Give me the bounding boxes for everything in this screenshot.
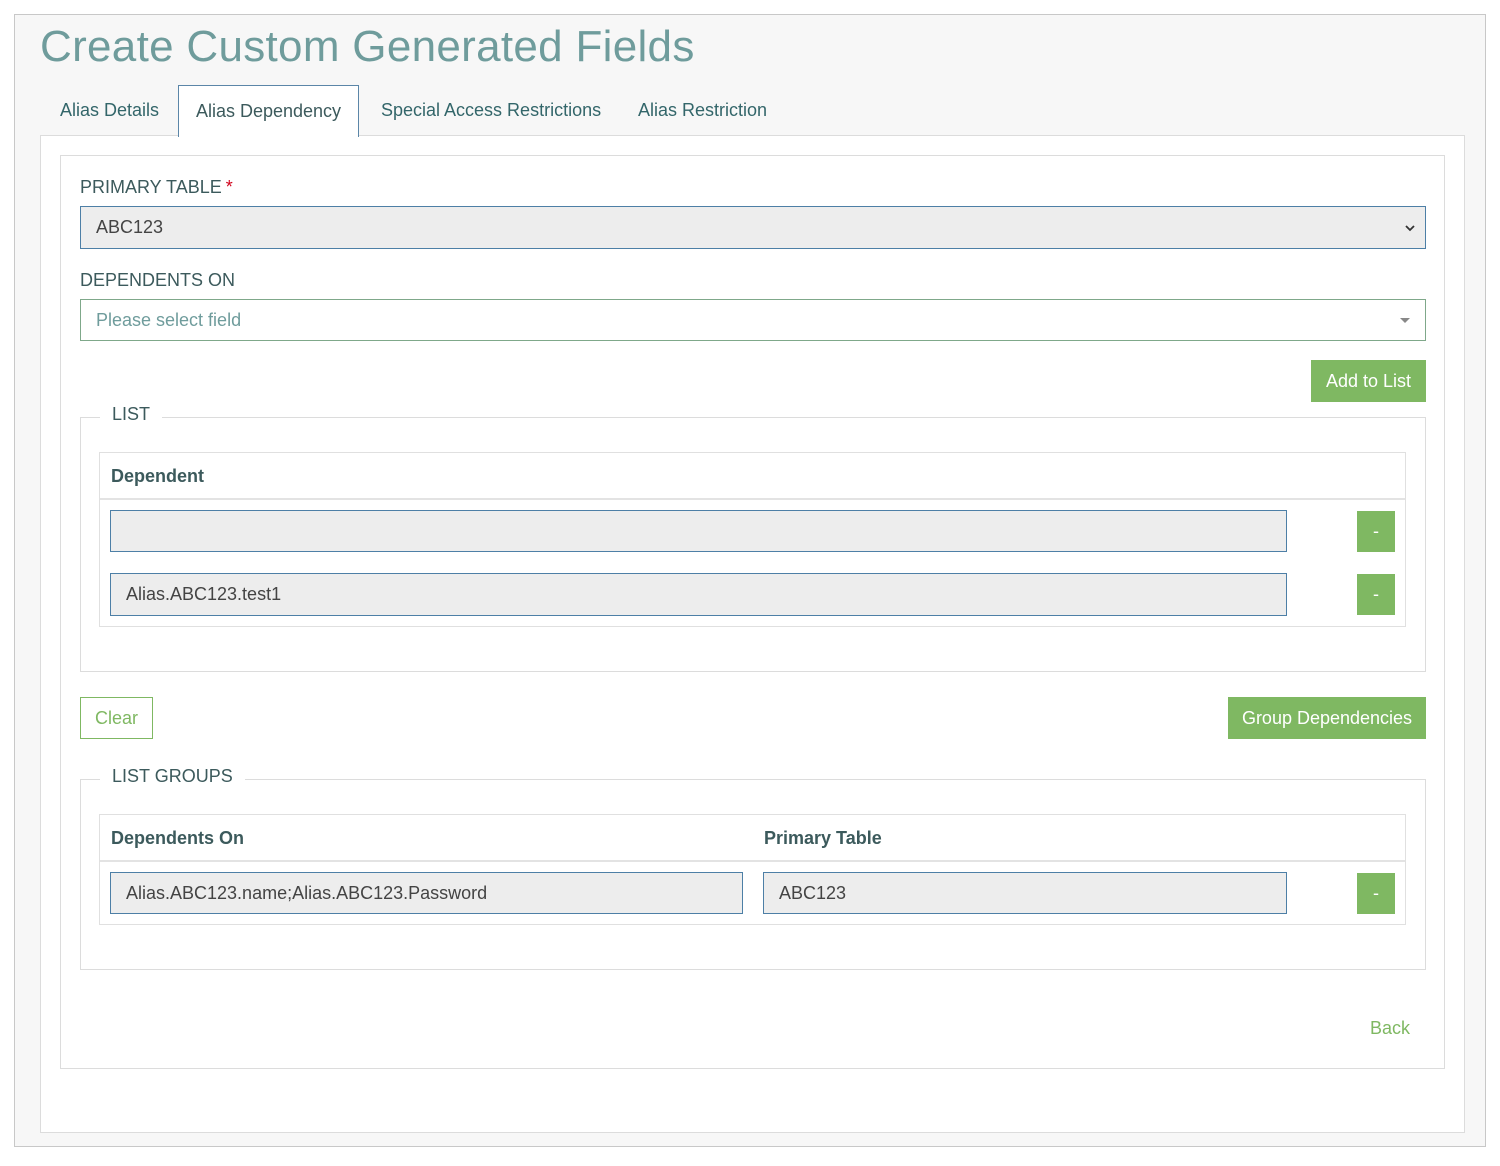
remove-row-button[interactable]: - xyxy=(1357,511,1395,552)
primary-table-label: PRIMARY TABLE * xyxy=(80,177,233,198)
group-dependents-on-input[interactable]: Alias.ABC123.name;Alias.ABC123.Password xyxy=(110,872,743,914)
dependents-on-label: DEPENDENTS ON xyxy=(80,270,236,290)
list-groups-legend: LIST GROUPS xyxy=(100,766,245,787)
dependents-on-column-header: Dependents On xyxy=(111,828,245,848)
dependents-on-select[interactable]: Please select field xyxy=(80,299,1426,341)
back-link[interactable]: Back xyxy=(1370,1018,1410,1039)
group-primary-table-input[interactable]: ABC123 xyxy=(763,872,1287,914)
primary-table-select[interactable]: ABC123 xyxy=(80,206,1426,249)
primary-table-value: ABC123 xyxy=(96,217,164,237)
remove-group-button[interactable]: - xyxy=(1357,873,1395,914)
chevron-down-icon xyxy=(1405,224,1415,231)
tab-special-access-restrictions[interactable]: Special Access Restrictions xyxy=(381,85,601,136)
add-to-list-button[interactable]: Add to List xyxy=(1311,360,1426,402)
remove-row-button[interactable]: - xyxy=(1357,574,1395,615)
primary-table-column-header: Primary Table xyxy=(764,828,882,848)
tab-alias-details[interactable]: Alias Details xyxy=(60,85,159,136)
tab-alias-dependency[interactable]: Alias Dependency xyxy=(178,85,359,137)
dependent-column-header: Dependent xyxy=(111,466,205,486)
header-divider xyxy=(100,498,1405,500)
header-divider xyxy=(100,860,1405,862)
dependent-row-input[interactable]: Alias.ABC123.test1 xyxy=(110,573,1287,616)
dependent-row-input[interactable] xyxy=(110,510,1287,552)
dependents-on-placeholder: Please select field xyxy=(96,309,242,330)
required-marker: * xyxy=(225,177,233,197)
primary-table-label-text: PRIMARY TABLE xyxy=(80,177,222,197)
page-title: Create Custom Generated Fields xyxy=(40,22,695,71)
tab-alias-restriction[interactable]: Alias Restriction xyxy=(638,85,767,136)
group-dependencies-button[interactable]: Group Dependencies xyxy=(1228,697,1426,739)
caret-down-icon xyxy=(1400,318,1410,323)
list-legend: LIST xyxy=(100,404,163,425)
clear-button[interactable]: Clear xyxy=(80,697,153,739)
